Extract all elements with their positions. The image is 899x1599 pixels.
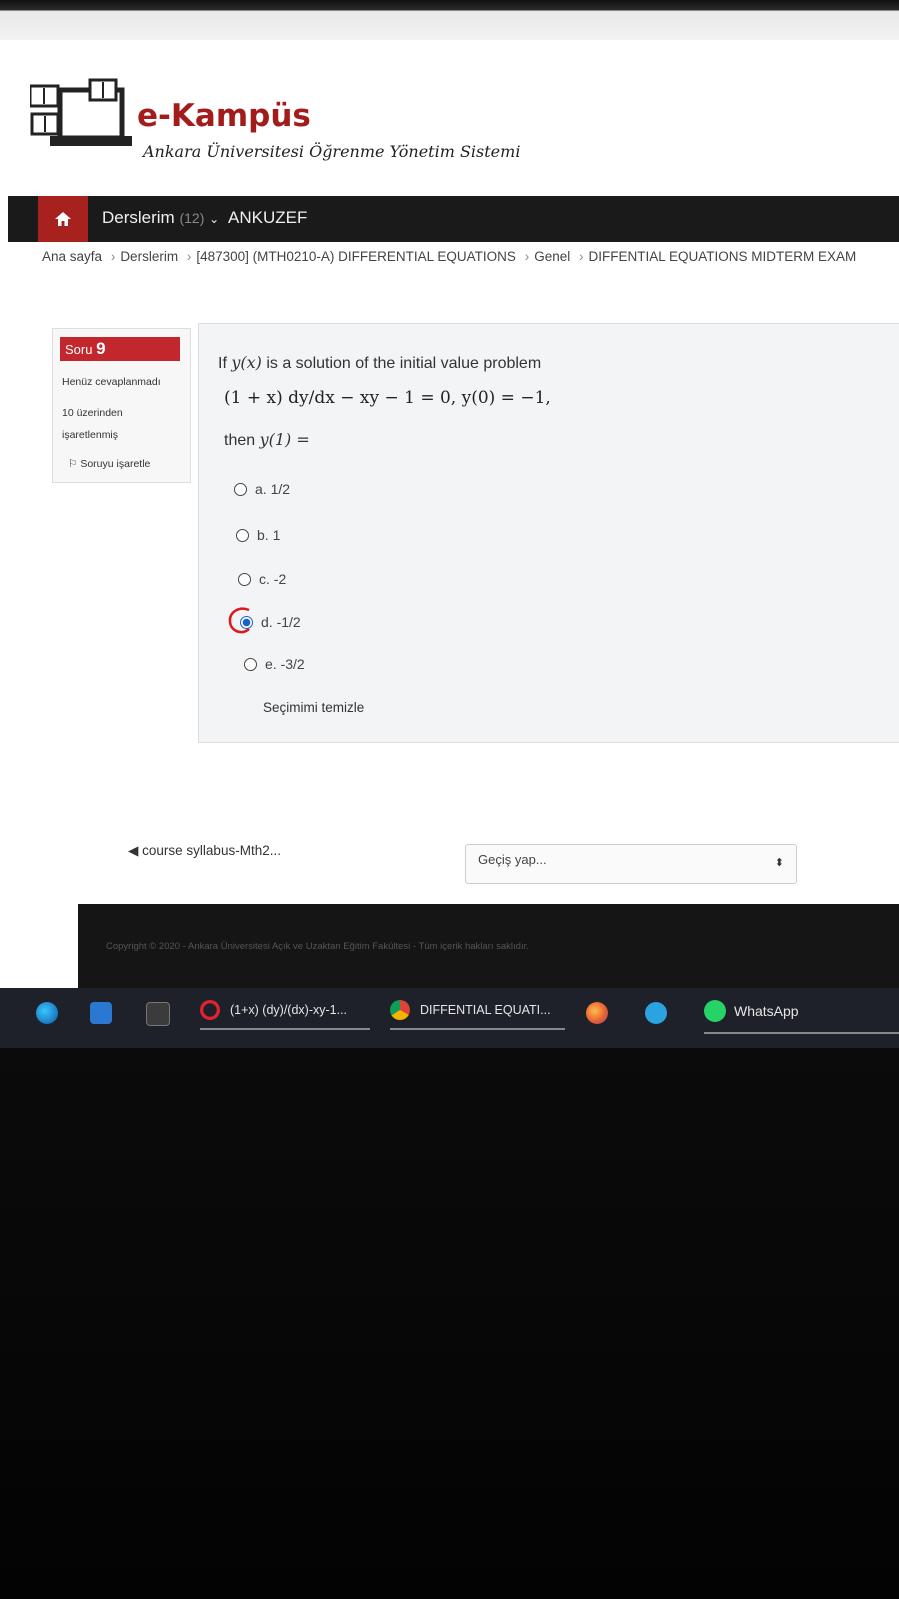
jump-to-select[interactable]: Geçiş yap... ⬍ xyxy=(465,844,797,884)
nav-courses-count: (12) xyxy=(179,210,205,226)
answer-option-c[interactable]: c. -2 xyxy=(238,571,286,587)
question-then-expr: y(1) = xyxy=(259,430,310,449)
site-title[interactable]: e-Kampüs xyxy=(137,98,311,134)
question-equation: (1 + x) dy/dx − xy − 1 = 0, y(0) = −1, xyxy=(224,388,551,408)
taskbar-opera-window[interactable]: (1+x) (dy)/(dx)-xy-1... xyxy=(200,1000,370,1030)
edge-icon[interactable] xyxy=(36,1002,58,1024)
question-intro-var: y(x) xyxy=(231,353,262,372)
telegram-icon[interactable] xyxy=(645,1002,667,1024)
answer-option-e[interactable]: e. -3/2 xyxy=(244,656,305,672)
breadcrumb-separator: › xyxy=(524,249,530,264)
breadcrumb-separator: › xyxy=(110,249,116,264)
answer-label: b. 1 xyxy=(257,527,281,543)
answer-label: a. 1/2 xyxy=(255,481,291,497)
question-intro-prefix: If xyxy=(218,355,232,372)
top-navbar: Derslerim (12) ⌄ ANKUZEF xyxy=(8,196,899,242)
clear-choice-link[interactable]: Seçimimi temizle xyxy=(263,700,364,715)
whatsapp-icon xyxy=(704,1000,726,1022)
breadcrumb-separator: › xyxy=(186,249,192,264)
home-button[interactable] xyxy=(38,196,88,242)
question-mark-line2: işaretlenmiş xyxy=(62,429,119,441)
answer-label: e. -3/2 xyxy=(265,656,305,672)
nav-courses-label: Derslerim xyxy=(102,208,175,227)
copyright-text: Copyright © 2020 - Ankara Üniversitesi A… xyxy=(106,941,529,952)
chevron-down-icon: ⌄ xyxy=(209,212,220,226)
flag-question-link[interactable]: ⚐ Soruyu işaretle xyxy=(68,458,150,470)
question-content-panel: If y(x) is a solution of the initial val… xyxy=(198,323,899,743)
caret-left-icon: ◀ xyxy=(128,843,139,858)
windows-taskbar: (1+x) (dy)/(dx)-xy-1... DIFFENTIAL EQUAT… xyxy=(0,988,899,1048)
flag-icon: ⚐ xyxy=(68,458,78,470)
question-number: 9 xyxy=(96,339,106,358)
opera-icon xyxy=(200,1000,220,1020)
jump-to-placeholder: Geçiş yap... xyxy=(478,852,547,867)
previous-activity-label: course syllabus-Mth2... xyxy=(142,843,281,858)
answer-option-a[interactable]: a. 1/2 xyxy=(234,481,290,497)
previous-activity-link[interactable]: ◀ course syllabus-Mth2... xyxy=(128,843,281,859)
answer-label: c. -2 xyxy=(259,571,287,587)
taskbar-whatsapp[interactable]: WhatsApp xyxy=(704,1000,899,1034)
question-intro: If y(x) is a solution of the initial val… xyxy=(218,353,541,373)
breadcrumb-quiz[interactable]: DIFFENTIAL EQUATIONS MIDTERM EXAM xyxy=(589,249,857,264)
answer-option-d[interactable]: d. -1/2 xyxy=(240,614,301,630)
radio-button-selected[interactable] xyxy=(240,615,253,629)
radio-button[interactable] xyxy=(244,657,257,671)
firefox-icon[interactable] xyxy=(586,1002,608,1024)
breadcrumb-section[interactable]: Genel xyxy=(534,249,570,264)
radio-button[interactable] xyxy=(234,482,247,496)
taskbar-app-label: (1+x) (dy)/(dx)-xy-1... xyxy=(230,1003,348,1017)
question-info-panel: Soru 9 Henüz cevaplanmadı 10 üzerinden i… xyxy=(52,328,191,483)
store-icon[interactable] xyxy=(146,1002,170,1026)
nav-ankuzef[interactable]: ANKUZEF xyxy=(228,208,307,228)
question-intro-suffix: is a solution of the initial value probl… xyxy=(261,355,542,372)
taskbar-chrome-window[interactable]: DIFFENTIAL EQUATI... xyxy=(390,1000,565,1030)
flag-question-label: Soruyu işaretle xyxy=(80,458,151,470)
radio-button[interactable] xyxy=(238,572,251,586)
chrome-icon xyxy=(390,1000,410,1020)
taskbar-app-label: WhatsApp xyxy=(734,1003,799,1019)
answer-label: d. -1/2 xyxy=(261,614,301,630)
taskbar-app-label: DIFFENTIAL EQUATI... xyxy=(420,1003,551,1017)
site-subtitle: Ankara Üniversitesi Öğrenme Yönetim Sist… xyxy=(143,142,521,161)
mail-icon[interactable] xyxy=(90,1002,112,1024)
breadcrumb-separator: › xyxy=(579,249,584,264)
photo-dark-surroundings xyxy=(0,1048,899,1599)
question-number-badge: Soru 9 xyxy=(60,337,180,361)
e-kampus-logo xyxy=(30,78,132,146)
nav-courses-menu[interactable]: Derslerim (12) ⌄ xyxy=(102,208,219,228)
select-arrow-icon: ⬍ xyxy=(774,857,784,869)
question-mark-line1: 10 üzerinden xyxy=(62,407,123,419)
browser-screen: e-Kampüs Ankara Üniversitesi Öğrenme Yön… xyxy=(0,0,899,1080)
breadcrumb: Ana sayfa › Derslerim › [487300] (MTH0210-… xyxy=(42,249,856,264)
page-footer: Copyright © 2020 - Ankara Üniversitesi A… xyxy=(78,904,899,992)
breadcrumb-courses[interactable]: Derslerim xyxy=(120,249,178,264)
monitor-top-edge xyxy=(0,0,899,40)
question-state: Henüz cevaplanmadı xyxy=(62,376,161,388)
question-label: Soru xyxy=(65,342,93,357)
radio-button[interactable] xyxy=(236,528,249,542)
breadcrumb-home[interactable]: Ana sayfa xyxy=(42,249,102,264)
answer-option-b[interactable]: b. 1 xyxy=(236,527,280,543)
question-then: then y(1) = xyxy=(224,430,310,450)
question-then-prefix: then xyxy=(224,432,260,449)
breadcrumb-course[interactable]: [487300] (MTH0210-A) DIFFERENTIAL EQUATI… xyxy=(196,249,516,264)
home-icon xyxy=(55,212,71,226)
